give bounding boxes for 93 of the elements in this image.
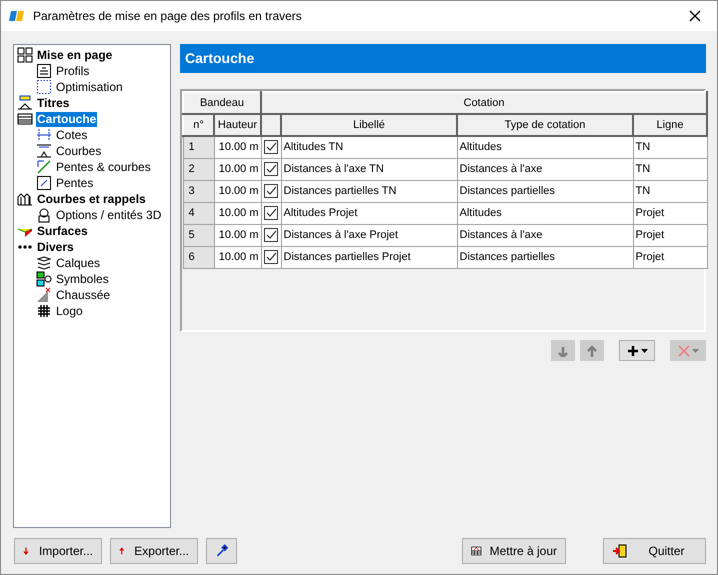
tree-item-icon: [17, 191, 33, 207]
import-button[interactable]: Importer...: [14, 538, 102, 564]
tree-item-icon: [36, 175, 52, 191]
checkbox[interactable]: [264, 228, 278, 242]
column-group-header: Cotation: [261, 92, 707, 114]
tree-item-icon: [36, 143, 52, 159]
up-arrow-icon: [586, 344, 598, 356]
row-number: 3: [183, 180, 214, 202]
tree-item[interactable]: Chaussée: [55, 288, 112, 302]
table-cell: 10.00 m: [214, 202, 261, 224]
table-cell: Altitudes TN: [281, 136, 457, 158]
tree-item[interactable]: Titres: [36, 96, 70, 110]
row-number: 1: [183, 136, 214, 158]
tree-item[interactable]: Cartouche: [36, 112, 98, 126]
tree-item-icon: [36, 127, 52, 143]
tree-item-icon: [36, 159, 52, 175]
tree-item-icon: [36, 79, 52, 95]
quit-button[interactable]: Quitter: [603, 538, 706, 564]
table-cell: Altitudes: [457, 202, 633, 224]
color-picker-button[interactable]: [206, 538, 237, 564]
panel-title: Cartouche: [185, 49, 254, 68]
tree-item-icon: [36, 271, 52, 287]
tree-item[interactable]: Cotes: [55, 128, 88, 142]
door-icon: [612, 543, 628, 559]
table-cell: Distances à l'axe TN: [281, 158, 457, 180]
tree-item[interactable]: Profils: [55, 64, 90, 78]
table-cell: 10.00 m: [214, 180, 261, 202]
add-button[interactable]: [619, 340, 655, 361]
checkbox[interactable]: [264, 184, 278, 198]
down-arrow-icon: [557, 344, 569, 356]
tree-item-icon: [17, 95, 33, 111]
table-cell: 10.00 m: [214, 224, 261, 246]
column-group-header: Bandeau: [183, 92, 261, 114]
table-cell: Distances partielles: [457, 180, 633, 202]
table-cell: 10.00 m: [214, 158, 261, 180]
tree-item-icon: [17, 47, 33, 63]
table-cell: Altitudes Projet: [281, 202, 457, 224]
table-cell: Altitudes: [457, 136, 633, 158]
tree-item[interactable]: Pentes & courbes: [55, 160, 152, 174]
plus-icon: [626, 344, 638, 356]
tree-item[interactable]: Optimisation: [55, 80, 124, 94]
tree-item[interactable]: Divers: [36, 240, 75, 254]
table-cell: Distances à l'axe: [457, 158, 633, 180]
column-header: n°: [183, 114, 214, 136]
checkbox[interactable]: [264, 250, 278, 264]
app-logo-icon: [9, 10, 25, 22]
tree-item-icon: [36, 63, 52, 79]
column-header: Type de cotation: [457, 114, 633, 136]
tree-item-icon: [36, 287, 52, 303]
checkbox[interactable]: [264, 140, 278, 154]
tree-item-icon: [36, 303, 52, 319]
close-icon[interactable]: [689, 10, 701, 22]
row-number: 6: [183, 246, 214, 268]
table-cell: 10.00 m: [214, 136, 261, 158]
eyedropper-icon: [215, 543, 228, 559]
tree-item-icon: [36, 207, 52, 223]
tree-item[interactable]: Courbes: [55, 144, 102, 158]
table-cell: Distances partielles TN: [281, 180, 457, 202]
row-number: 5: [183, 224, 214, 246]
tree-item[interactable]: Pentes: [55, 176, 94, 190]
tree-item[interactable]: Logo: [55, 304, 84, 318]
update-button[interactable]: Mettre à jour: [462, 538, 566, 564]
tree-item[interactable]: Surfaces: [36, 224, 89, 238]
table-cell: Projet: [633, 246, 707, 268]
column-header: Libellé: [281, 114, 457, 136]
row-number: 2: [183, 158, 214, 180]
caret-icon: [640, 348, 648, 352]
table-cell: Distances partielles Projet: [281, 246, 457, 268]
table-cell: TN: [633, 158, 707, 180]
table-cell: Distances à l'axe: [457, 224, 633, 246]
column-header: Ligne: [633, 114, 707, 136]
tree-item-icon: [17, 111, 33, 127]
window-title: Paramètres de mise en page des profils en travers: [33, 8, 302, 25]
tree-item[interactable]: Symboles: [55, 272, 110, 286]
table-cell: 10.00 m: [214, 246, 261, 268]
caret-icon: [692, 348, 698, 352]
tree-item[interactable]: Courbes et rappels: [36, 192, 147, 206]
column-header: Hauteur: [214, 114, 261, 136]
row-number: 4: [183, 202, 214, 224]
cross-icon: [678, 344, 690, 356]
tree-item[interactable]: Options / entités 3D: [55, 208, 162, 222]
tree-item[interactable]: Calques: [55, 256, 102, 270]
checkbox[interactable]: [264, 162, 278, 176]
tree-item-icon: [36, 255, 52, 271]
table-cell: TN: [633, 136, 707, 158]
tree-item[interactable]: Mise en page: [36, 48, 114, 62]
table-cell: Distances partielles: [457, 246, 633, 268]
export-button[interactable]: Exporter...: [110, 538, 198, 564]
table-cell: TN: [633, 180, 707, 202]
table-cell: Distances à l'axe Projet: [281, 224, 457, 246]
table-cell: Projet: [633, 202, 707, 224]
checkbox[interactable]: [264, 206, 278, 220]
table-cell: Projet: [633, 224, 707, 246]
